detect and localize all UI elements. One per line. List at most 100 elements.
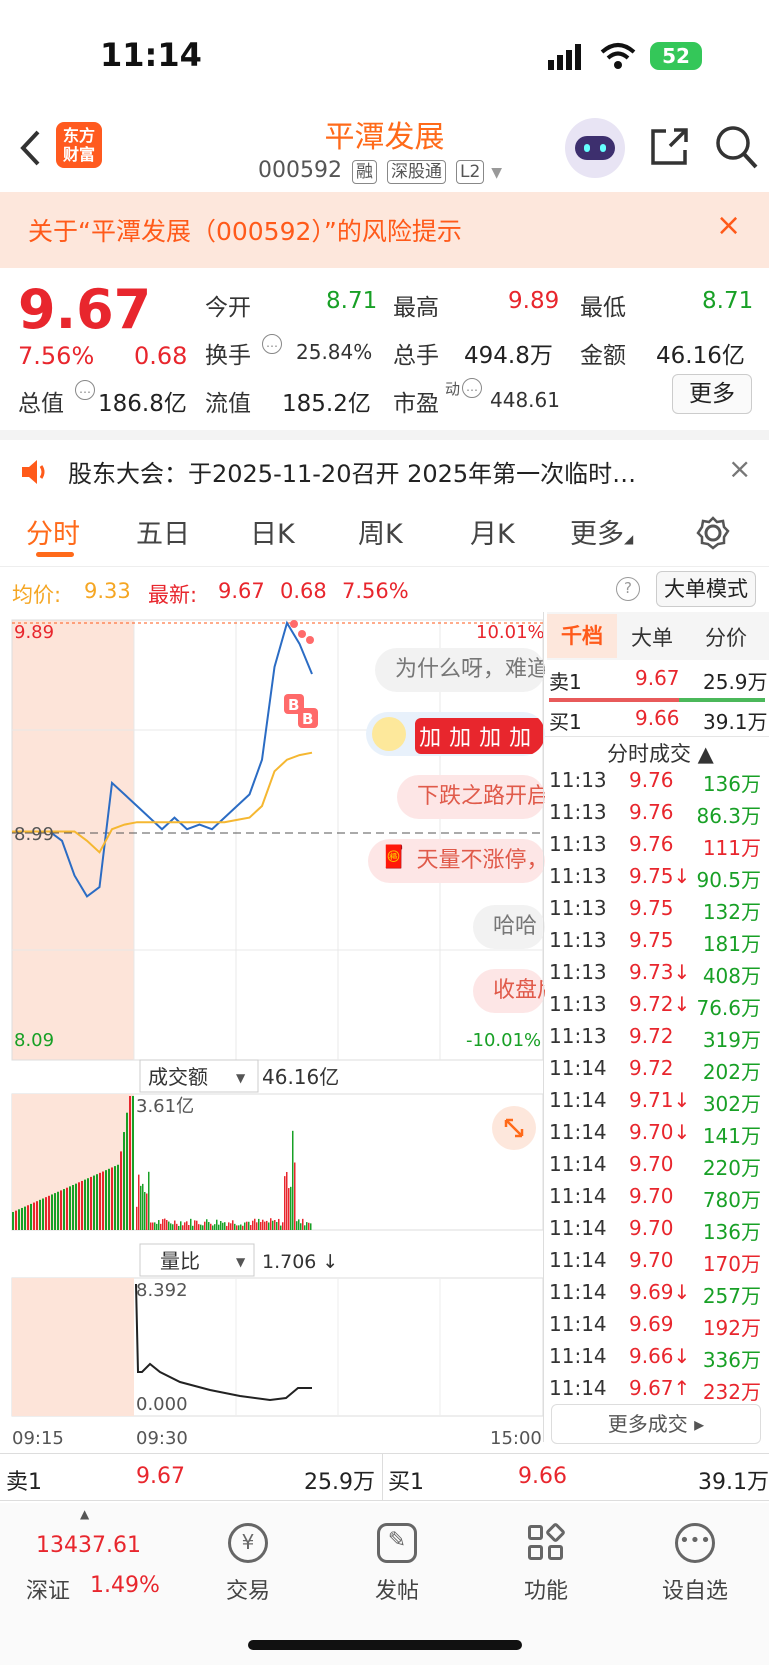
amount-bar	[272, 1220, 274, 1230]
amount-bar	[206, 1219, 208, 1230]
amount-bar	[42, 1198, 44, 1230]
trade-time: 11:14	[549, 1120, 607, 1144]
trade-row: 11:14 9.70 170万	[545, 1248, 765, 1280]
amount-bar	[226, 1225, 228, 1230]
amount-bar	[140, 1185, 142, 1230]
risk-notice-bar[interactable]: 关于“平潭发展（000592）”的风险提示 ×	[0, 192, 769, 268]
amount-bar	[178, 1225, 180, 1230]
more-trades-button[interactable]: 更多成交 ▸	[551, 1404, 761, 1444]
amount-bar	[258, 1218, 260, 1230]
stock-code-row[interactable]: 000592 融 深股通 L2 ▼	[258, 158, 502, 184]
change-pct: 7.56%	[18, 342, 95, 370]
tag-connect: 深股通	[386, 160, 446, 184]
amount-bar	[240, 1224, 242, 1230]
trade-price: 9.75	[629, 896, 674, 920]
trade-row: 11:13 9.75 181万	[545, 928, 765, 960]
search-icon[interactable]	[714, 124, 758, 170]
trade-time: 11:14	[549, 1312, 607, 1336]
big-order-mode-button[interactable]: 大单模式	[656, 571, 756, 607]
open-value: 8.71	[326, 288, 378, 314]
amount-bar	[57, 1191, 59, 1230]
danmu-bubble[interactable]: 下跌之路开启	[397, 775, 545, 819]
tab-order-book[interactable]: 千档	[547, 614, 617, 658]
bid1-price: 9.66	[635, 706, 680, 730]
more-button[interactable]: 更多	[672, 374, 752, 414]
high-point-marker	[290, 620, 298, 628]
close-icon[interactable]: ×	[728, 452, 751, 485]
help-icon[interactable]: ?	[616, 577, 640, 601]
tab-weekly-k[interactable]: 周K	[358, 512, 403, 551]
tab-big-orders[interactable]: 大单	[631, 622, 673, 652]
trade-row: 11:13 9.76 136万	[545, 768, 765, 800]
info-icon[interactable]: …	[462, 378, 482, 398]
trade-volume: 181万	[702, 932, 761, 956]
tag-margin: 融	[351, 160, 377, 184]
amount-bar	[304, 1225, 306, 1230]
danmu-bubble[interactable]: 加加加加	[366, 712, 545, 756]
avg-label: 均价:	[12, 583, 62, 607]
amount-bar	[148, 1171, 150, 1230]
svg-text:B: B	[288, 696, 299, 714]
amount-bar	[212, 1225, 214, 1230]
index-ticker[interactable]: ▲ 13437.61 深证 1.49%	[0, 1503, 175, 1623]
nav-post[interactable]: ✎ 发帖	[347, 1523, 447, 1605]
danmu-bubble[interactable]: 为什么呀，难道	[375, 648, 545, 692]
amount-value: 46.16亿	[656, 343, 745, 369]
amount-bar	[126, 1112, 128, 1230]
tab-monthly-k[interactable]: 月K	[470, 512, 515, 551]
tab-five-day[interactable]: 五日	[136, 512, 190, 551]
close-icon[interactable]: ×	[716, 208, 741, 243]
danmu-bubble[interactable]: 收盘后	[473, 969, 545, 1013]
amount-bar	[60, 1190, 62, 1230]
y-low-label: 8.09	[14, 1030, 54, 1051]
tab-daily-k[interactable]: 日K	[250, 512, 295, 551]
trades-title[interactable]: 分时成交 ▲	[607, 738, 714, 768]
amount-bar	[69, 1186, 71, 1230]
trade-row: 11:14 9.72 202万	[545, 1056, 765, 1088]
nav-add-watchlist[interactable]: ••• 设自选	[645, 1523, 745, 1605]
info-icon[interactable]: …	[75, 380, 95, 400]
share-icon[interactable]	[648, 126, 690, 168]
tab-underline	[36, 552, 74, 557]
buy-marker[interactable]: B	[298, 708, 318, 728]
trade-volume: 257万	[702, 1284, 761, 1308]
amount-bar	[256, 1222, 258, 1230]
latest-change-pct: 7.56%	[342, 579, 409, 603]
tab-price-distribution[interactable]: 分价	[705, 622, 747, 652]
trade-price: 9.71↓	[629, 1088, 691, 1112]
robot-assistant-icon[interactable]	[565, 118, 625, 178]
shareholder-meeting-notice[interactable]: 股东大会：于2025-11-20召开 2025年第一次临时… ×	[0, 430, 769, 496]
nav-functions[interactable]: 功能	[496, 1521, 596, 1605]
danmu-text: 加加加加	[415, 718, 544, 754]
tab-more[interactable]: 更多◢	[570, 512, 633, 551]
avatar	[372, 717, 406, 751]
danmu-bubble[interactable]: 🧧 天量不涨停，	[368, 839, 545, 883]
amount-bar	[24, 1206, 26, 1230]
high-label: 最高	[393, 295, 439, 321]
amount-bar	[268, 1222, 270, 1230]
trade-price: 9.69	[629, 1312, 674, 1336]
low-label: 最低	[580, 295, 626, 321]
trade-volume: 220万	[702, 1156, 761, 1180]
amount-bar	[105, 1170, 107, 1230]
gear-icon[interactable]	[696, 516, 730, 550]
amount-bar	[202, 1225, 204, 1230]
tab-intraday[interactable]: 分时	[26, 512, 80, 551]
info-icon[interactable]: …	[262, 334, 282, 354]
trade-price: 9.76	[629, 832, 674, 856]
amount-bar	[158, 1220, 160, 1230]
volume-label: 总手	[393, 343, 439, 369]
nav-trade[interactable]: ¥ 交易	[198, 1523, 298, 1605]
turnover-label: 换手	[205, 343, 251, 369]
trade-row: 11:13 9.72 319万	[545, 1024, 765, 1056]
mktcap-label: 总值	[18, 391, 64, 417]
chevron-up-icon: ▲	[80, 1507, 90, 1521]
amount-bar	[132, 1096, 134, 1230]
trade-volume: 141万	[702, 1124, 761, 1148]
danmu-bubble[interactable]: 哈哈	[473, 905, 545, 949]
amount-bar	[87, 1178, 89, 1230]
chevron-down-icon: ▼	[491, 165, 503, 181]
amount-bar	[286, 1171, 288, 1230]
signal-icon	[548, 44, 581, 70]
trade-time: 11:14	[549, 1248, 607, 1272]
